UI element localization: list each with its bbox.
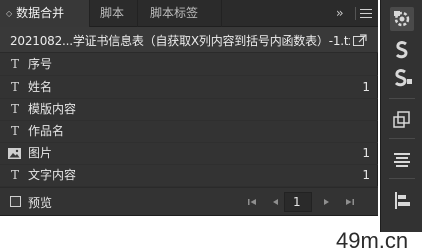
data-merge-panel: ◇ 数据合并 脚本 脚本标签 ›› 2021082...学证书信息表（自获取X列内… bbox=[0, 0, 378, 216]
script-icon[interactable] bbox=[390, 38, 414, 62]
divider bbox=[389, 138, 415, 139]
field-count: 1 bbox=[362, 80, 370, 94]
tab-label: 脚本标签 bbox=[150, 6, 199, 20]
align-icon[interactable] bbox=[390, 188, 414, 212]
field-name: 模版内容 bbox=[28, 102, 77, 116]
preview-label: 预览 bbox=[28, 196, 53, 210]
preview-checkbox[interactable] bbox=[10, 196, 21, 207]
tab-overflow-button[interactable]: ›› bbox=[336, 0, 343, 27]
data-merge-icon[interactable] bbox=[390, 7, 414, 31]
collapse-icon[interactable]: ◇ bbox=[6, 9, 12, 18]
field-row[interactable]: T 序号 bbox=[0, 53, 378, 76]
first-record-icon[interactable] bbox=[246, 196, 258, 208]
tab-data-merge[interactable]: ◇ 数据合并 bbox=[0, 0, 90, 28]
tab-label: 脚本 bbox=[100, 6, 125, 20]
field-row[interactable]: 图片 1 bbox=[0, 142, 378, 165]
text-field-icon: T bbox=[10, 57, 19, 71]
divider bbox=[355, 7, 356, 20]
paragraph-icon[interactable] bbox=[390, 148, 414, 172]
side-toolbar bbox=[380, 0, 422, 232]
text-field-icon: T bbox=[10, 80, 19, 94]
text-field-icon: T bbox=[10, 102, 19, 116]
field-name: 作品名 bbox=[28, 124, 65, 138]
field-row[interactable]: T 作品名 bbox=[0, 120, 378, 143]
update-data-source-icon[interactable] bbox=[353, 34, 367, 46]
image-field-icon bbox=[8, 148, 21, 159]
field-name: 文字内容 bbox=[28, 168, 77, 182]
tab-script[interactable]: 脚本 bbox=[90, 0, 138, 27]
field-name: 姓名 bbox=[28, 80, 53, 94]
field-name: 序号 bbox=[28, 57, 53, 71]
record-number-input[interactable]: 1 bbox=[284, 192, 312, 212]
divider bbox=[389, 98, 415, 99]
tab-script-label[interactable]: 脚本标签 bbox=[138, 0, 222, 27]
next-record-icon[interactable] bbox=[320, 196, 332, 208]
field-row[interactable]: T 文字内容 1 bbox=[0, 164, 378, 187]
last-record-icon[interactable] bbox=[344, 196, 356, 208]
text-field-icon: T bbox=[10, 124, 19, 138]
tab-bar: ◇ 数据合并 脚本 脚本标签 ›› bbox=[0, 0, 378, 28]
previous-record-icon[interactable] bbox=[270, 196, 282, 208]
watermark-text: 49m.cn bbox=[336, 228, 409, 252]
transform-icon[interactable] bbox=[390, 108, 414, 132]
field-row[interactable]: T 姓名 1 bbox=[0, 76, 378, 99]
panel-menu-icon[interactable] bbox=[360, 9, 372, 18]
script-label-icon[interactable] bbox=[390, 66, 414, 90]
field-row[interactable]: T 模版内容 bbox=[0, 98, 378, 121]
divider bbox=[389, 178, 415, 179]
field-count: 1 bbox=[362, 168, 370, 182]
field-count: 1 bbox=[362, 146, 370, 160]
panel-footer: 预览 1 bbox=[0, 187, 378, 215]
text-field-icon: T bbox=[10, 168, 19, 182]
data-source-row[interactable]: 2021082...学证书信息表（自获取X列内容到括号内函数表）-1.txt bbox=[0, 27, 378, 53]
field-name: 图片 bbox=[28, 146, 53, 160]
data-source-name: 2021082...学证书信息表（自获取X列内容到括号内函数表）-1.txt bbox=[10, 34, 350, 48]
tab-label: 数据合并 bbox=[16, 6, 65, 20]
